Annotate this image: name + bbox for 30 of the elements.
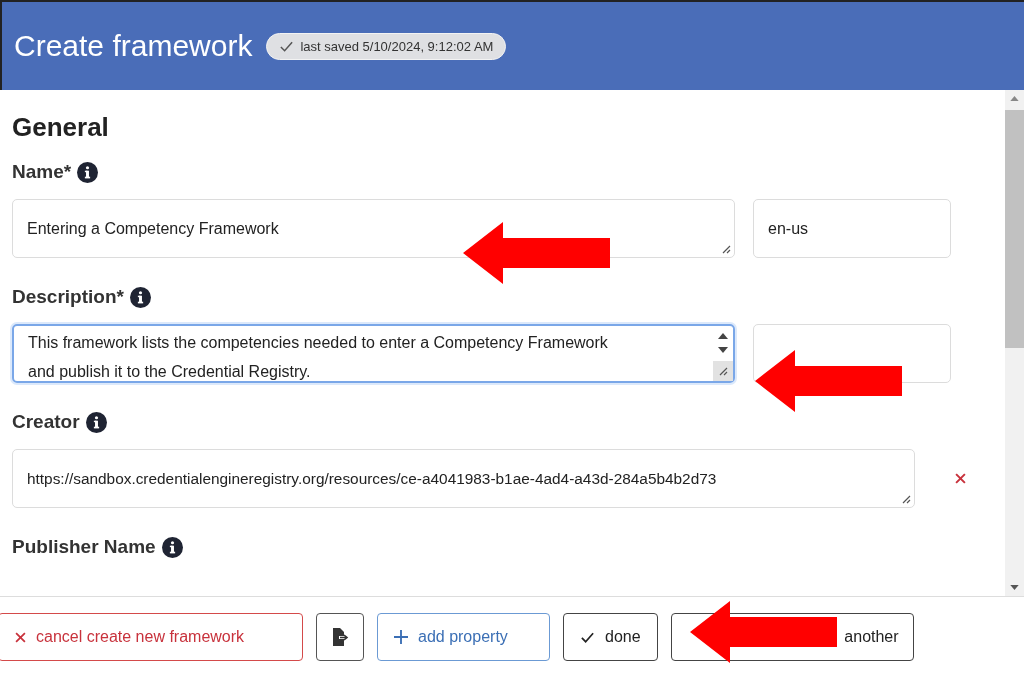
field-label: Publisher Name [12, 536, 156, 558]
cancel-button[interactable]: cancel create new framework [0, 613, 303, 661]
resize-handle-icon[interactable] [713, 361, 733, 381]
text-area[interactable]: https://sandbox.credentialengineregistry.org/resources/ce-a4041983-b1ae-4ad4-a43d-284a5b4b2d73 [12, 449, 915, 508]
resize-handle-icon[interactable] [901, 494, 911, 504]
file-export-icon [330, 627, 350, 647]
text-area[interactable]: This framework lists the competencies needed to enter a Competency Framework and publish it to the Credential Registry. [12, 324, 735, 383]
section-heading: General [12, 112, 110, 143]
info-icon[interactable] [129, 286, 151, 308]
info-icon[interactable] [161, 536, 183, 558]
remove-icon[interactable] [955, 473, 966, 484]
info-icon[interactable] [85, 411, 107, 433]
field-label: Creator [12, 411, 80, 433]
field-label: Description* [12, 286, 124, 308]
plus-icon [394, 630, 408, 644]
field-label: Name* [12, 161, 72, 183]
done-button[interactable]: done [563, 613, 658, 661]
add-property-button[interactable]: add property [377, 613, 550, 661]
close-icon [15, 631, 26, 643]
page-title: Create framework [14, 29, 253, 63]
scroll-up-icon[interactable] [718, 333, 728, 339]
language-field[interactable]: en-us [753, 199, 951, 258]
resize-handle-icon[interactable] [721, 244, 731, 254]
saved-time: last saved 5/10/2024, 9:12:02 AM [300, 38, 494, 54]
scroll-down-icon[interactable] [718, 347, 728, 353]
scrollbar[interactable] [1005, 90, 1024, 596]
info-icon[interactable] [77, 161, 99, 183]
scrollbar-thumb[interactable] [1005, 110, 1024, 348]
scroll-down-icon[interactable] [1010, 585, 1019, 590]
export-button[interactable] [316, 613, 364, 661]
